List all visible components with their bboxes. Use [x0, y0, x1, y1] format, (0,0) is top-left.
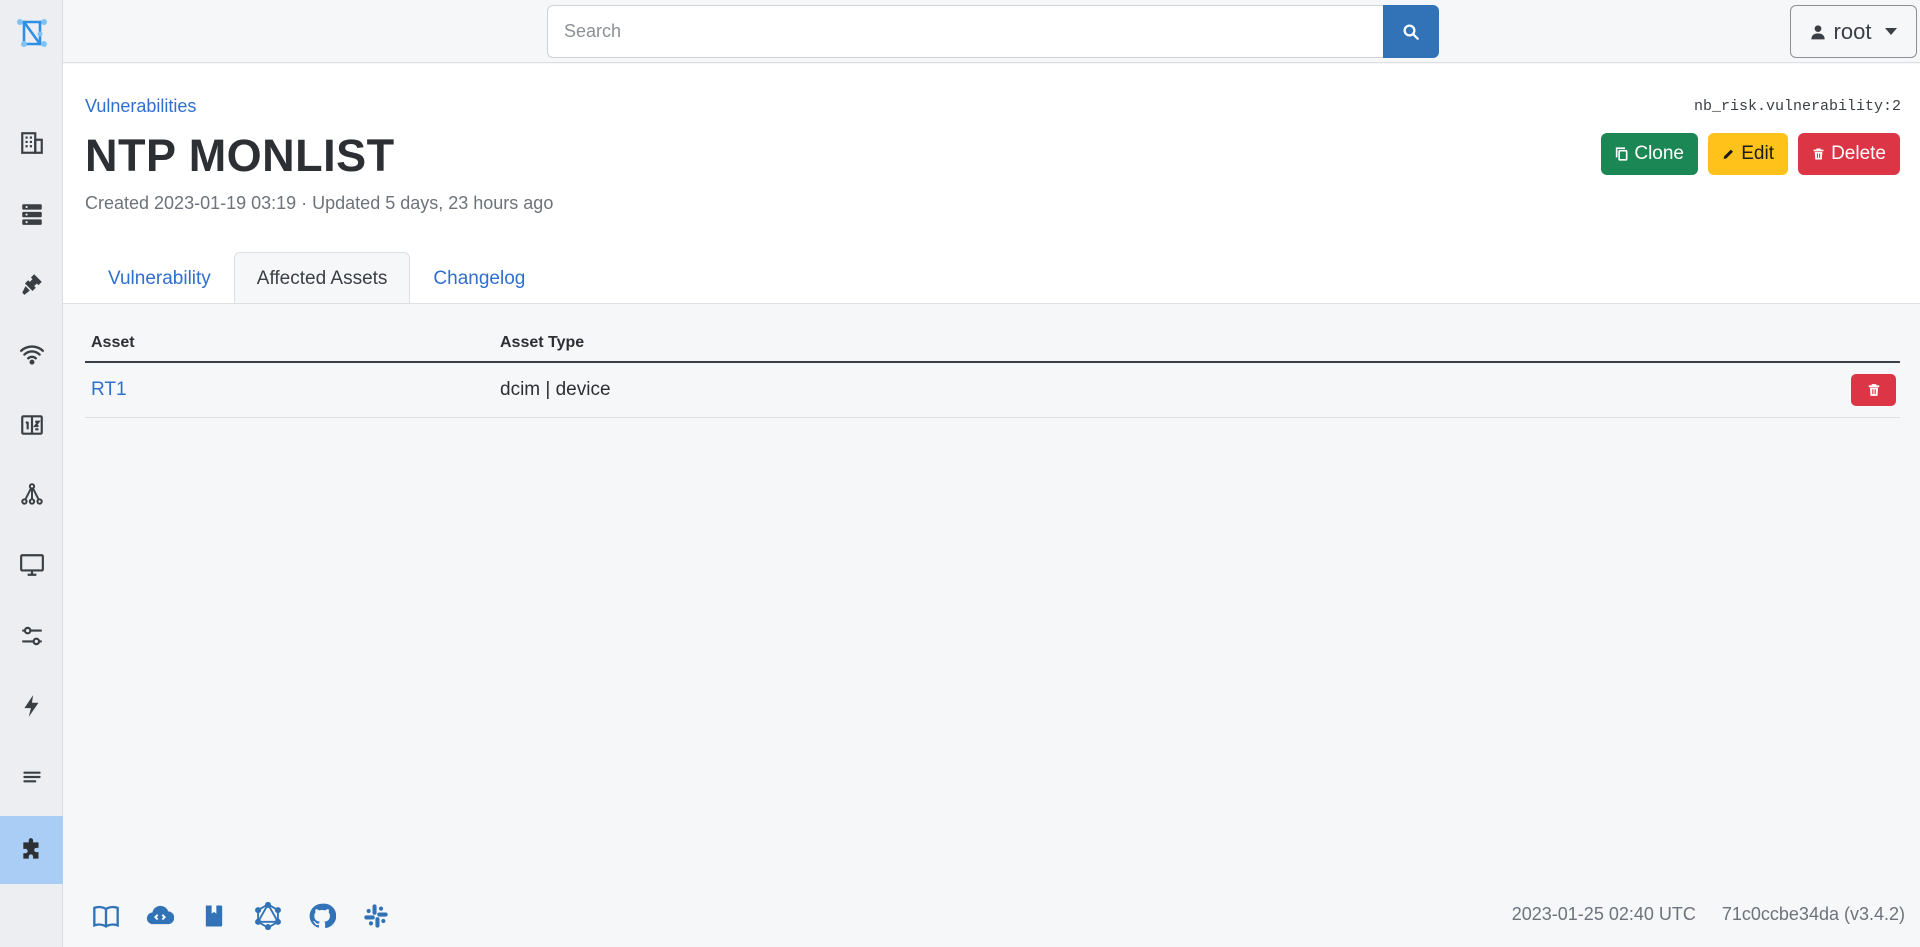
asset-type-cell: dcim | device — [500, 379, 611, 400]
user-menu-button[interactable]: root — [1790, 5, 1917, 58]
sidebar-item-ipam[interactable] — [0, 391, 63, 459]
sidebar — [0, 0, 63, 947]
tab-affected-assets[interactable]: Affected Assets — [233, 252, 411, 304]
column-header-asset-type[interactable]: Asset Type — [500, 334, 584, 352]
object-identifier: nb_risk.vulnerability:2 — [1693, 98, 1901, 115]
page-header: Vulnerabilities nb_risk.vulnerability:2 … — [63, 64, 1920, 304]
sliders-icon — [21, 626, 42, 646]
number-icon — [20, 415, 43, 435]
footer-links — [90, 900, 392, 932]
table-row: RT1 dcim | device — [85, 363, 1900, 418]
asset-link[interactable]: RT1 — [85, 379, 500, 401]
lightning-icon — [23, 695, 38, 717]
edit-button[interactable]: Edit — [1708, 133, 1788, 175]
tab-divider — [63, 303, 1920, 304]
search-input[interactable] — [547, 5, 1383, 58]
search-button[interactable] — [1383, 5, 1439, 58]
delete-button[interactable]: Delete — [1798, 133, 1900, 175]
trash-icon — [1813, 148, 1824, 160]
chevron-down-icon — [1885, 28, 1898, 35]
tab-vulnerability[interactable]: Vulnerability — [85, 252, 234, 304]
tree-icon — [20, 483, 43, 505]
book-icon[interactable] — [198, 900, 230, 932]
sidebar-item-wireless[interactable] — [0, 320, 63, 388]
server-icon — [21, 204, 42, 225]
sidebar-item-overlay[interactable] — [0, 461, 63, 529]
object-meta: Created 2023-01-19 03:19 · Updated 5 day… — [85, 193, 554, 213]
sidebar-item-organization[interactable] — [0, 109, 63, 177]
building-icon — [20, 132, 43, 154]
slack-icon[interactable] — [360, 900, 392, 932]
footer-version: 71c0ccbe34da (v3.4.2) — [1721, 904, 1905, 924]
graphql-icon[interactable] — [252, 900, 284, 932]
docs-icon[interactable] — [90, 900, 122, 932]
sidebar-item-circuits[interactable] — [0, 602, 63, 670]
api-icon[interactable] — [144, 900, 176, 932]
sidebar-item-plugins[interactable] — [0, 816, 63, 884]
breadcrumb[interactable]: Vulnerabilities — [85, 96, 196, 117]
column-header-asset[interactable]: Asset — [85, 334, 500, 352]
sidebar-item-virtualization[interactable] — [0, 531, 63, 599]
topbar: root — [63, 0, 1920, 63]
user-name: root — [1833, 18, 1872, 44]
row-delete-button[interactable] — [1851, 374, 1896, 406]
page-title: NTP MONLIST — [85, 130, 395, 181]
copy-icon — [1615, 147, 1628, 161]
search-icon — [1403, 24, 1419, 40]
footer-timestamp: 2023-01-25 02:40 UTC — [1511, 904, 1696, 924]
sidebar-item-power[interactable] — [0, 672, 63, 740]
wifi-icon — [19, 345, 44, 365]
plug-icon — [21, 274, 42, 295]
tab-changelog[interactable]: Changelog — [410, 252, 548, 304]
clone-button[interactable]: Clone — [1601, 133, 1698, 175]
action-buttons: Clone Edit Delete — [1601, 133, 1900, 175]
tab-bar: Vulnerability Affected Assets Changelog — [85, 252, 548, 304]
puzzle-icon — [22, 838, 38, 859]
footer-info: 2023-01-25 02:40 UTC 71c0ccbe34da (v3.4.… — [1512, 904, 1905, 925]
monitor-icon — [19, 554, 44, 576]
search-bar — [547, 5, 1439, 58]
netbox-logo-icon[interactable] — [0, 0, 63, 63]
github-icon[interactable] — [306, 900, 338, 932]
user-icon — [1810, 24, 1825, 39]
table-header: Asset Asset Type — [85, 324, 1900, 363]
affected-assets-table: Asset Asset Type RT1 dcim | device — [85, 324, 1900, 418]
trash-icon — [1868, 384, 1879, 396]
sidebar-item-other[interactable] — [0, 743, 63, 811]
sidebar-item-connections[interactable] — [0, 250, 63, 318]
sidebar-item-devices[interactable] — [0, 180, 63, 248]
pencil-icon — [1723, 149, 1734, 159]
text-lines-icon — [22, 771, 41, 783]
